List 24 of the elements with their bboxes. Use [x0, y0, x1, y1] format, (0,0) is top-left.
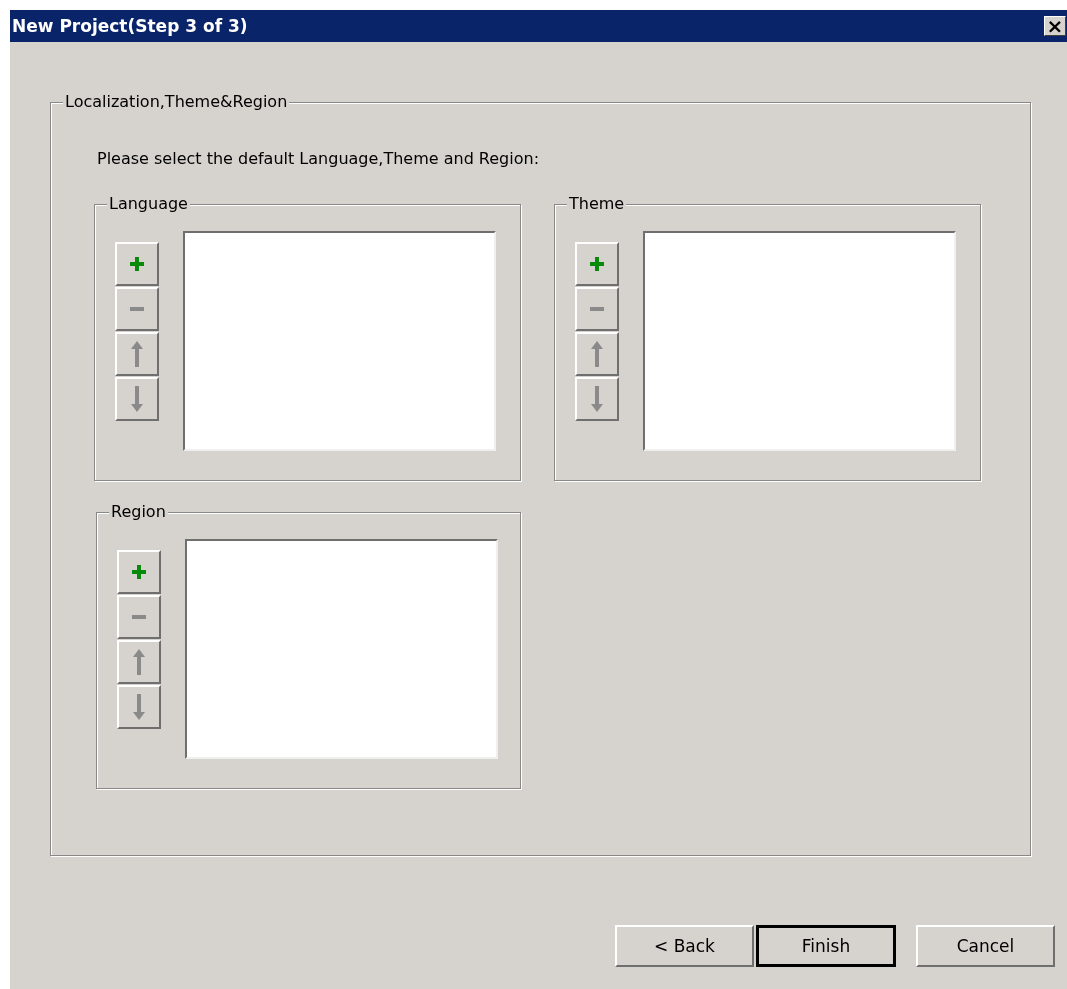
plus-icon — [132, 565, 146, 579]
plus-icon — [130, 257, 144, 271]
down-arrow-icon — [591, 386, 603, 412]
dialog-button[interactable]: Finish — [756, 925, 896, 967]
up-arrow-icon — [133, 649, 145, 675]
dialog-button[interactable]: < Back — [615, 925, 754, 967]
add-button[interactable] — [115, 242, 159, 286]
minus-icon — [590, 307, 604, 311]
down-arrow-icon — [131, 386, 143, 412]
minus-icon — [132, 615, 146, 619]
group-label: Region — [109, 502, 168, 522]
down-arrow-icon — [133, 694, 145, 720]
dialog-button[interactable]: Cancel — [916, 925, 1055, 967]
instruction-text: Please select the default Language,Theme and Region: — [97, 149, 541, 168]
plus-icon — [590, 257, 604, 271]
up-arrow-icon — [131, 341, 143, 367]
add-button[interactable] — [575, 242, 619, 286]
group-label: Localization,Theme&Region — [63, 92, 290, 112]
close-button[interactable]: × — [1044, 16, 1066, 36]
window-title: New Project(Step 3 of 3) — [12, 16, 248, 36]
group-label: Language — [107, 194, 190, 214]
minus-icon — [130, 307, 144, 311]
up-arrow-icon — [591, 341, 603, 367]
add-button[interactable] — [117, 550, 161, 594]
